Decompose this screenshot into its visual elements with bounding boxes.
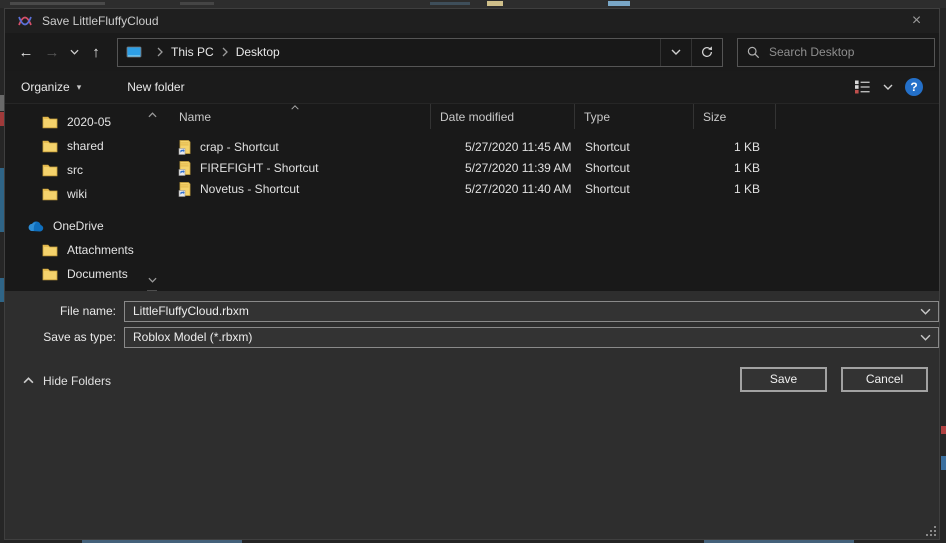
command-toolbar: Organize ▾ New folder ? xyxy=(5,71,939,104)
sidebar-item-wiki[interactable]: wiki xyxy=(5,182,145,206)
chevron-down-icon xyxy=(883,84,893,90)
folder-icon xyxy=(41,114,59,130)
background-app-top-sliver xyxy=(0,0,946,8)
background-app-right-sliver xyxy=(940,8,946,543)
sort-ascending-icon xyxy=(290,105,299,110)
folder-icon xyxy=(41,138,59,154)
shortcut-file-icon xyxy=(177,181,193,197)
file-name: Novetus - Shortcut xyxy=(200,182,299,196)
scrollbar-thumb[interactable] xyxy=(147,290,157,291)
views-dropdown-button[interactable] xyxy=(883,84,893,90)
shortcut-file-icon xyxy=(177,160,193,176)
scroll-down-icon[interactable] xyxy=(146,274,158,286)
sidebar-item-documents[interactable]: Documents xyxy=(5,262,145,286)
scroll-up-icon[interactable] xyxy=(146,109,158,121)
breadcrumb-separator-icon xyxy=(157,47,163,57)
navigation-bar: ← → ↑ This PC Desktop xyxy=(5,33,939,71)
sidebar-scrollbar[interactable] xyxy=(145,104,159,291)
column-header-size[interactable]: Size xyxy=(694,104,776,129)
file-rows: crap - Shortcut5/27/2020 11:45 AMShortcu… xyxy=(159,136,939,199)
hide-folders-button[interactable]: Hide Folders xyxy=(23,374,111,388)
chevron-down-icon xyxy=(671,49,681,55)
refresh-icon xyxy=(700,45,714,59)
new-folder-button[interactable]: New folder xyxy=(127,80,184,94)
up-button[interactable]: ↑ xyxy=(83,39,109,65)
sidebar-item-2020-05[interactable]: 2020-05 xyxy=(5,110,145,134)
chevron-down-icon[interactable] xyxy=(912,308,938,315)
sidebar-item-shared[interactable]: shared xyxy=(5,134,145,158)
chevron-up-icon xyxy=(23,377,34,384)
sidebar-item-attachments[interactable]: Attachments xyxy=(5,238,145,262)
file-name-input[interactable] xyxy=(125,304,912,318)
save-button[interactable]: Save xyxy=(740,367,827,392)
details-view-icon[interactable] xyxy=(854,80,871,94)
save-as-type-value: Roblox Model (*.rbxm) xyxy=(125,330,912,344)
column-header-name[interactable]: Name xyxy=(159,104,431,129)
navigation-pane: 2020-05sharedsrcwiki OneDriveAttachmentsD… xyxy=(5,104,145,291)
file-size: 1 KB xyxy=(694,161,776,175)
file-row[interactable]: Novetus - Shortcut 5/27/2020 11:40 AMShor… xyxy=(159,178,939,199)
save-as-type-select[interactable]: Roblox Model (*.rbxm) xyxy=(124,327,939,348)
save-fields-panel: File name: Save as type: Roblox Model (*… xyxy=(5,291,939,353)
breadcrumb-this-pc[interactable]: This PC xyxy=(171,45,214,59)
column-header-date-modified[interactable]: Date modified xyxy=(431,104,575,129)
address-dropdown-button[interactable] xyxy=(661,39,691,66)
save-as-type-label: Save as type: xyxy=(5,330,124,344)
onedrive-icon xyxy=(27,218,45,234)
address-bar[interactable]: This PC Desktop xyxy=(117,38,723,67)
breadcrumb-separator-icon xyxy=(222,47,228,57)
chevron-down-icon[interactable] xyxy=(912,334,938,341)
file-date-modified: 5/27/2020 11:39 AM xyxy=(431,161,575,175)
organize-button[interactable]: Organize ▾ xyxy=(21,80,81,94)
file-size: 1 KB xyxy=(694,140,776,154)
folder-icon xyxy=(41,242,59,258)
search-box[interactable] xyxy=(737,38,935,67)
save-dialog: Save LittleFluffyCloud × ← → ↑ This PC xyxy=(4,8,940,540)
this-pc-icon xyxy=(126,46,142,59)
file-name-combo[interactable] xyxy=(124,301,939,322)
back-button[interactable]: ← xyxy=(13,39,39,65)
folder-icon xyxy=(41,162,59,178)
breadcrumb-desktop[interactable]: Desktop xyxy=(236,45,280,59)
search-icon xyxy=(747,46,760,59)
folder-icon xyxy=(41,290,59,291)
file-row[interactable]: FIREFIGHT - Shortcut 5/27/2020 11:39 AMSh… xyxy=(159,157,939,178)
file-type: Shortcut xyxy=(575,182,694,196)
main-area: 2020-05sharedsrcwikiOneDriveAttachmentsD… xyxy=(5,104,939,291)
dialog-footer: Hide Folders Save Cancel xyxy=(5,353,939,540)
file-name: FIREFIGHT - Shortcut xyxy=(200,161,318,175)
file-type: Shortcut xyxy=(575,140,694,154)
file-name-label: File name: xyxy=(5,304,124,318)
title-bar[interactable]: Save LittleFluffyCloud × xyxy=(5,9,939,33)
file-date-modified: 5/27/2020 11:45 AM xyxy=(431,140,575,154)
cancel-button[interactable]: Cancel xyxy=(841,367,928,392)
chevron-down-icon xyxy=(70,49,79,55)
folder-icon xyxy=(41,266,59,282)
folder-icon xyxy=(41,186,59,202)
recent-locations-button[interactable] xyxy=(65,39,83,65)
sidebar-item-music[interactable]: Music xyxy=(5,286,145,291)
close-button[interactable]: × xyxy=(894,9,939,33)
shortcut-file-icon xyxy=(177,139,193,155)
search-input[interactable] xyxy=(769,45,925,59)
window-title: Save LittleFluffyCloud xyxy=(42,14,159,28)
file-list: NameDate modifiedTypeSize crap - Shortcu… xyxy=(159,104,939,291)
resize-grip[interactable] xyxy=(925,525,937,537)
file-name: crap - Shortcut xyxy=(200,140,279,154)
novetus-app-icon xyxy=(17,13,33,29)
file-row[interactable]: crap - Shortcut 5/27/2020 11:45 AMShortcu… xyxy=(159,136,939,157)
file-size: 1 KB xyxy=(694,182,776,196)
help-button[interactable]: ? xyxy=(905,78,923,96)
column-headers: NameDate modifiedTypeSize xyxy=(159,104,939,129)
column-header-type[interactable]: Type xyxy=(575,104,694,129)
sidebar-item-src[interactable]: src xyxy=(5,158,145,182)
refresh-button[interactable] xyxy=(692,39,722,66)
forward-button[interactable]: → xyxy=(39,39,65,65)
file-date-modified: 5/27/2020 11:40 AM xyxy=(431,182,575,196)
file-type: Shortcut xyxy=(575,161,694,175)
sidebar-item-onedrive[interactable]: OneDrive xyxy=(5,214,145,238)
chevron-down-icon: ▾ xyxy=(77,82,82,93)
